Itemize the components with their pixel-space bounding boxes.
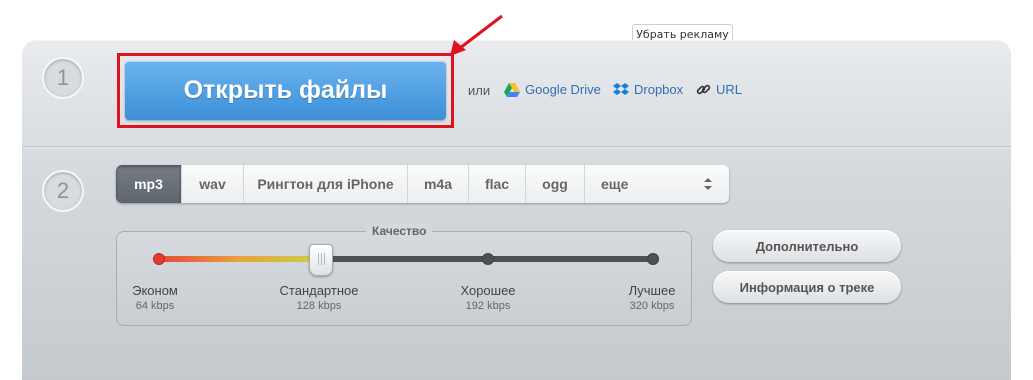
format-tab-flac[interactable]: flac: [469, 165, 526, 203]
quality-stop-good[interactable]: [482, 253, 494, 265]
dropbox-link[interactable]: Dropbox: [613, 82, 683, 97]
annotation-arrow-icon: [450, 14, 503, 56]
format-more-label: еще: [601, 176, 629, 192]
format-selector: mp3 wav Рингтон для iPhone m4a flac ogg …: [116, 165, 729, 203]
google-drive-link[interactable]: Google Drive: [504, 82, 601, 97]
quality-level-standard: Стандартное 128 kbps: [279, 283, 359, 312]
quality-level-good: Хорошее 192 kbps: [460, 283, 516, 312]
step-2-badge: 2: [42, 170, 84, 212]
step-1-badge: 1: [42, 57, 84, 99]
open-files-button[interactable]: Открыть файлы: [125, 61, 446, 120]
format-tab-iphone-ringtone[interactable]: Рингтон для iPhone: [244, 165, 408, 203]
format-tab-ogg[interactable]: ogg: [526, 165, 585, 203]
url-link[interactable]: URL: [696, 82, 742, 97]
google-drive-label: Google Drive: [525, 82, 601, 97]
quality-level-economy: Эконом 64 kbps: [132, 283, 178, 312]
format-more-dropdown[interactable]: еще: [585, 165, 729, 203]
quality-level-best: Лучшее 320 kbps: [628, 283, 676, 312]
google-drive-icon: [504, 82, 520, 97]
quality-stop-economy[interactable]: [153, 253, 165, 265]
url-label: URL: [716, 82, 743, 97]
dropbox-label: Dropbox: [634, 82, 684, 97]
advanced-settings-button[interactable]: Дополнительно: [713, 230, 901, 262]
quality-slider-handle[interactable]: [309, 244, 333, 276]
dropbox-icon: [613, 82, 629, 95]
format-tab-wav[interactable]: wav: [182, 165, 244, 203]
quality-stop-best[interactable]: [647, 253, 659, 265]
open-files-highlight: Открыть файлы: [117, 53, 454, 128]
quality-slider-fill: [158, 256, 320, 262]
section-divider: [22, 146, 1011, 148]
up-down-arrows-icon: [704, 178, 712, 190]
quality-box: [116, 231, 692, 326]
track-info-button[interactable]: Информация о треке: [713, 271, 901, 303]
quality-label: Качество: [366, 224, 433, 238]
or-label: или: [468, 83, 491, 98]
format-tab-m4a[interactable]: m4a: [408, 165, 469, 203]
link-icon: [696, 84, 711, 95]
format-tab-mp3[interactable]: mp3: [116, 165, 182, 203]
